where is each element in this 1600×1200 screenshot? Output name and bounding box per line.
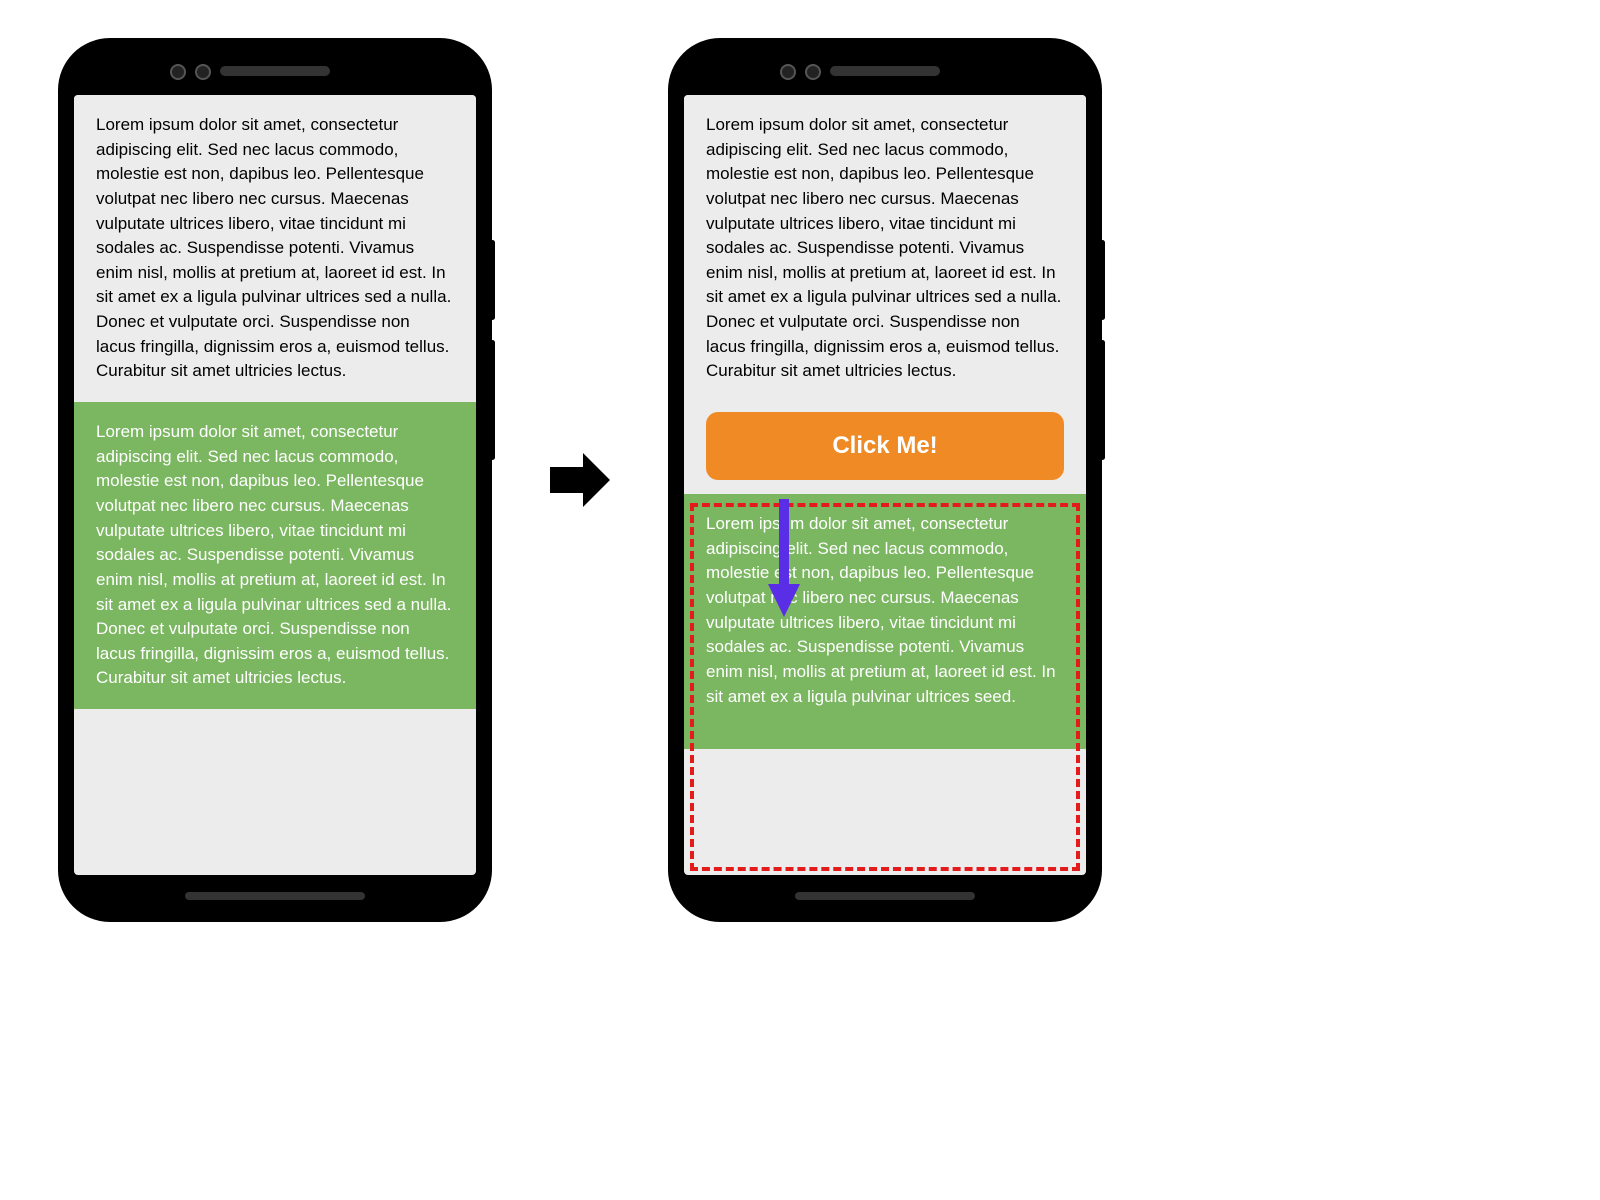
camera-icon xyxy=(170,64,186,80)
side-button-icon xyxy=(1100,340,1105,460)
paragraph-top: Lorem ipsum dolor sit amet, consectetur … xyxy=(74,95,476,402)
camera-icon xyxy=(805,64,821,80)
transition-arrow-icon xyxy=(540,440,620,520)
side-button-icon xyxy=(490,340,495,460)
camera-icon xyxy=(780,64,796,80)
screen-before: Lorem ipsum dolor sit amet, consectetur … xyxy=(74,95,476,875)
paragraph-bottom: Lorem ipsum dolor sit amet, consectetur … xyxy=(74,402,476,709)
paragraph-bottom: Lorem ipsum dolor sit amet, consectetur … xyxy=(684,494,1086,749)
side-button-icon xyxy=(1100,240,1105,320)
home-bar-icon xyxy=(795,892,975,900)
phone-before: Lorem ipsum dolor sit amet, consectetur … xyxy=(60,40,490,920)
paragraph-top: Lorem ipsum dolor sit amet, consectetur … xyxy=(684,95,1086,402)
camera-icon xyxy=(195,64,211,80)
side-button-icon xyxy=(490,240,495,320)
phone-after: Lorem ipsum dolor sit amet, consectetur … xyxy=(670,40,1100,920)
click-me-button[interactable]: Click Me! xyxy=(706,412,1064,480)
diagram-stage: Lorem ipsum dolor sit amet, consectetur … xyxy=(60,40,1540,920)
screen-after: Lorem ipsum dolor sit amet, consectetur … xyxy=(684,95,1086,875)
home-bar-icon xyxy=(185,892,365,900)
